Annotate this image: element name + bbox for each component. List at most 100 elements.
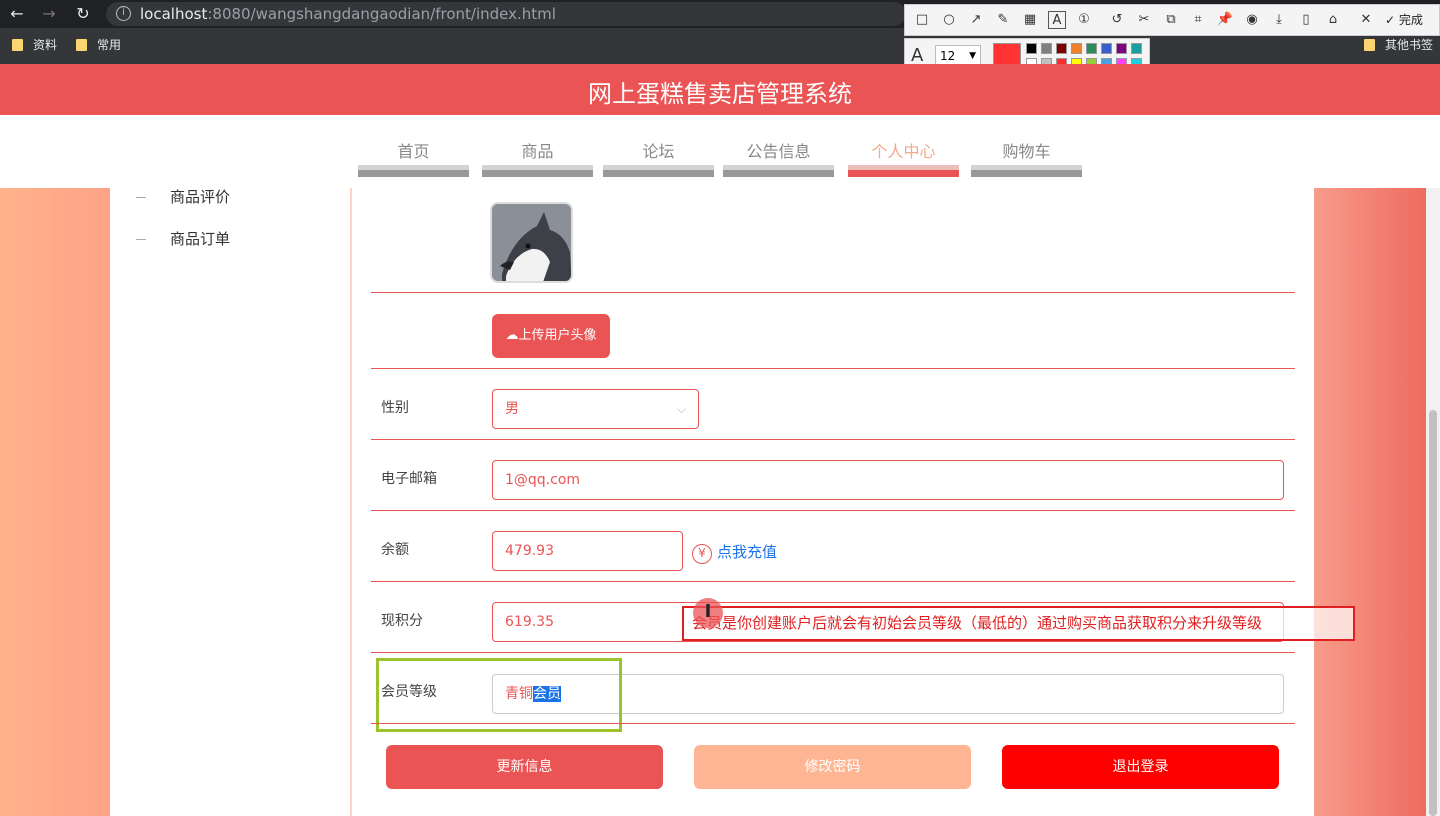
nav-announcements-bar [723, 165, 834, 177]
pen-icon[interactable]: ✎ [994, 11, 1012, 29]
color-swatch[interactable] [1041, 43, 1052, 54]
upload-label: 上传用户头像 [518, 328, 597, 343]
url-text: localhost:8080/wangshangdangaodian/front… [140, 5, 556, 23]
divider [371, 292, 1295, 293]
translate-icon[interactable]: ⧉ [1162, 11, 1180, 29]
undo-icon[interactable]: ↺ [1108, 11, 1126, 29]
nav-home[interactable]: 首页 [358, 138, 469, 162]
url-host: localhost [140, 5, 208, 23]
sidebar-item-reviews[interactable]: 商品评价 [136, 186, 230, 207]
page-scrollbar[interactable] [1426, 188, 1440, 816]
back-icon[interactable]: ← [6, 3, 28, 25]
scrollbar-thumb[interactable] [1429, 410, 1437, 816]
upload-avatar-button[interactable]: ☁上传用户头像 [492, 314, 610, 358]
annotation-textbox[interactable]: 会员是你创建账户后就会有初始会员等级（最低的）通过购买商品获取积分来升级等级 [682, 606, 1355, 641]
color-swatch[interactable] [1086, 43, 1097, 54]
info-icon[interactable]: i [116, 6, 131, 21]
bookmark-folder-1[interactable]: 常用 [76, 36, 121, 53]
nav-announcements[interactable]: 公告信息 [723, 138, 834, 162]
dash-icon [136, 197, 146, 198]
download-icon[interactable]: ⤓ [1270, 11, 1288, 29]
bookmark-folder-0[interactable]: 资料 [12, 36, 57, 53]
left-side-background [0, 188, 110, 816]
bookmark-label: 常用 [97, 38, 122, 52]
points-value: 619.35 [505, 614, 554, 630]
color-swatch[interactable] [1131, 43, 1142, 54]
divider [371, 510, 1295, 511]
color-swatch[interactable] [1071, 43, 1082, 54]
other-bookmarks[interactable]: 其他书签 [1364, 36, 1433, 53]
sidebar-item-label: 商品评价 [170, 188, 231, 206]
text-icon[interactable]: A [1048, 11, 1066, 29]
nav-personal-center[interactable]: 个人中心 [848, 138, 959, 162]
url-path: :8080/wangshangdangaodian/front/index.ht… [207, 5, 556, 23]
sidebar-item-label: 商品订单 [170, 230, 231, 248]
highlight-box [376, 658, 622, 732]
folder-icon [1364, 39, 1375, 51]
husky-image [492, 204, 571, 281]
save-icon[interactable]: ▯ [1297, 11, 1315, 29]
email-label: 电子邮箱 [381, 471, 437, 487]
email-field[interactable]: 1@qq.com [492, 460, 1284, 500]
update-info-button[interactable]: 更新信息 [386, 745, 663, 789]
divider [371, 368, 1295, 369]
arrow-icon[interactable]: ↗ [967, 11, 985, 29]
balance-field[interactable]: 479.93 [492, 531, 683, 571]
screenshot-toolbar: □ ○ ↗ ✎ ▦ A ① ↺ ✂ ⧉ ⌗ 📌 ◉ ⤓ ▯ ⌂ ✕ ✓ 完成 [904, 4, 1440, 36]
pin-icon[interactable]: 📌 [1216, 11, 1234, 29]
nav-personal-center-bar [848, 165, 959, 177]
divider [371, 723, 1295, 724]
forward-icon[interactable]: → [38, 3, 60, 25]
chevron-down-icon: ▼ [969, 51, 976, 61]
cloud-upload-icon: ☁ [505, 328, 519, 343]
bookmark-label: 资料 [33, 38, 58, 52]
color-swatch[interactable] [1056, 43, 1067, 54]
number-icon[interactable]: ① [1075, 11, 1093, 29]
user-avatar [490, 202, 573, 283]
address-bar[interactable]: i localhost:8080/wangshangdangaodian/fro… [106, 2, 906, 26]
ocr-icon[interactable]: ⌗ [1189, 11, 1207, 29]
record-icon[interactable]: ◉ [1243, 11, 1261, 29]
recharge-link[interactable]: ¥ 点我充值 [692, 541, 777, 564]
nav-cart[interactable]: 购物车 [971, 138, 1082, 162]
nav-products[interactable]: 商品 [482, 138, 593, 162]
folder-icon [12, 39, 23, 51]
check-icon: ✓ [1385, 13, 1396, 27]
dash-icon [136, 239, 146, 240]
done-button[interactable]: ✓ 完成 [1385, 11, 1423, 28]
nav-forum-bar [603, 165, 714, 177]
site-title: 网上蛋糕售卖店管理系统 [588, 80, 852, 108]
reload-icon[interactable]: ↻ [72, 3, 94, 25]
close-icon[interactable]: ✕ [1357, 11, 1375, 29]
main-nav [0, 115, 1440, 188]
bookmark-label: 其他书签 [1385, 38, 1434, 52]
color-swatch[interactable] [1116, 43, 1127, 54]
done-label: 完成 [1398, 13, 1423, 27]
divider [371, 439, 1295, 440]
divider [371, 581, 1295, 582]
divider [371, 652, 1295, 653]
bookmarks-bar: 资料 常用 其他书签 [0, 34, 1440, 58]
folder-icon [76, 39, 87, 51]
yen-icon: ¥ [692, 544, 712, 564]
rect-icon[interactable]: □ [913, 11, 931, 29]
gender-value: 男 [505, 401, 519, 417]
nav-home-bar [358, 165, 469, 177]
bookmark-icon[interactable]: ⌂ [1324, 11, 1342, 29]
nav-forum[interactable]: 论坛 [603, 138, 714, 162]
change-password-button[interactable]: 修改密码 [694, 745, 971, 789]
sidebar-item-orders[interactable]: 商品订单 [136, 228, 230, 249]
logout-button[interactable]: 退出登录 [1002, 745, 1279, 789]
text-cursor-icon: I [693, 598, 723, 628]
mosaic-icon[interactable]: ▦ [1021, 11, 1039, 29]
color-swatch[interactable] [1026, 43, 1037, 54]
gender-select[interactable]: 男 ⌵ [492, 389, 699, 429]
font-size-value: 12 [940, 49, 956, 63]
chevron-down-icon: ⌵ [676, 402, 686, 416]
scissors-icon[interactable]: ✂ [1135, 11, 1153, 29]
color-swatch[interactable] [1101, 43, 1112, 54]
balance-value: 479.93 [505, 543, 554, 559]
circle-icon[interactable]: ○ [940, 11, 958, 29]
nav-cart-bar [971, 165, 1082, 177]
points-label: 现积分 [381, 613, 423, 629]
